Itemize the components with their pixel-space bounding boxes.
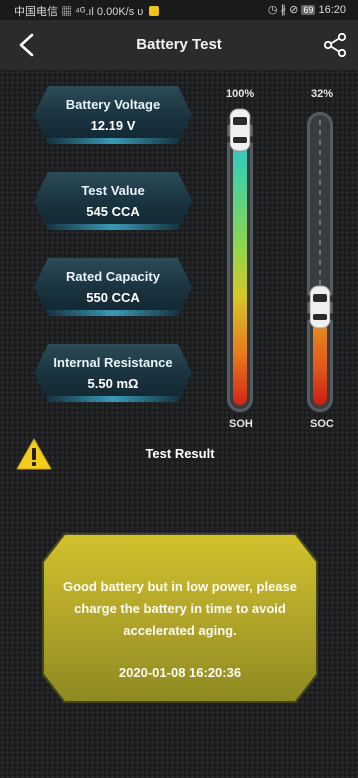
share-icon[interactable] bbox=[322, 33, 348, 57]
metric-label: Test Value bbox=[81, 183, 145, 198]
result-timestamp: 2020-01-08 16:20:36 bbox=[118, 665, 242, 680]
status-right: ◷ ∦ ⊘ 69 16:20 bbox=[268, 3, 346, 16]
network-speed: 0.00K/s bbox=[96, 6, 135, 18]
soh-level-fill bbox=[233, 119, 247, 405]
metric-value: 550 CCA bbox=[86, 290, 140, 305]
internal-resistance-badge: Internal Resistance 5.50 mΩ bbox=[34, 344, 192, 402]
usb-icon: ᴜ bbox=[137, 6, 144, 18]
app-header: Battery Test bbox=[0, 20, 358, 70]
battery-voltage-badge: Battery Voltage 12.19 V bbox=[34, 86, 192, 144]
metric-label: Battery Voltage bbox=[65, 97, 161, 112]
soc-percent: 32% bbox=[311, 88, 334, 100]
test-result-title: Test Result bbox=[145, 446, 215, 461]
result-message: Good battery but in low power, please ch… bbox=[62, 579, 298, 638]
carrier-text: 中国电信 bbox=[14, 6, 58, 18]
metric-value: 5.50 mΩ bbox=[87, 376, 139, 391]
bluetooth-icon: ∦ bbox=[280, 4, 287, 16]
metric-value: 545 CCA bbox=[86, 204, 140, 219]
test-value-badge: Test Value 545 CCA bbox=[34, 172, 192, 230]
signal-icon: ▦ ⁴ᴳ.ıl bbox=[61, 6, 94, 18]
clock-text: 16:20 bbox=[318, 4, 346, 16]
soc-label: SOC bbox=[310, 418, 334, 430]
soh-label: SOH bbox=[229, 418, 253, 430]
metric-label: Internal Resistance bbox=[53, 355, 173, 370]
alarm-icon: ◷ bbox=[267, 4, 278, 16]
mute-icon: ⊘ bbox=[289, 4, 299, 16]
result-panel: Good battery but in low power, please ch… bbox=[44, 535, 316, 701]
notification-app-icon bbox=[149, 6, 160, 16]
soh-percent: 100% bbox=[226, 88, 255, 100]
metric-value: 12.19 V bbox=[90, 118, 136, 133]
battery-icon: 69 bbox=[301, 5, 316, 15]
status-bar: 中国电信 ▦ ⁴ᴳ.ıl 0.00K/s ᴜ ◷ ∦ ⊘ 69 16:20 bbox=[0, 0, 358, 20]
page-title: Battery Test bbox=[136, 36, 222, 53]
metric-label: Rated Capacity bbox=[66, 269, 160, 284]
soc-gauge bbox=[307, 112, 333, 412]
warning-icon bbox=[16, 438, 52, 470]
rated-capacity-badge: Rated Capacity 550 CCA bbox=[34, 258, 192, 316]
car-marker-icon bbox=[227, 108, 253, 152]
car-marker-icon bbox=[307, 285, 333, 329]
status-left: 中国电信 ▦ ⁴ᴳ.ıl 0.00K/s ᴜ bbox=[14, 3, 160, 19]
soh-gauge bbox=[227, 112, 253, 412]
